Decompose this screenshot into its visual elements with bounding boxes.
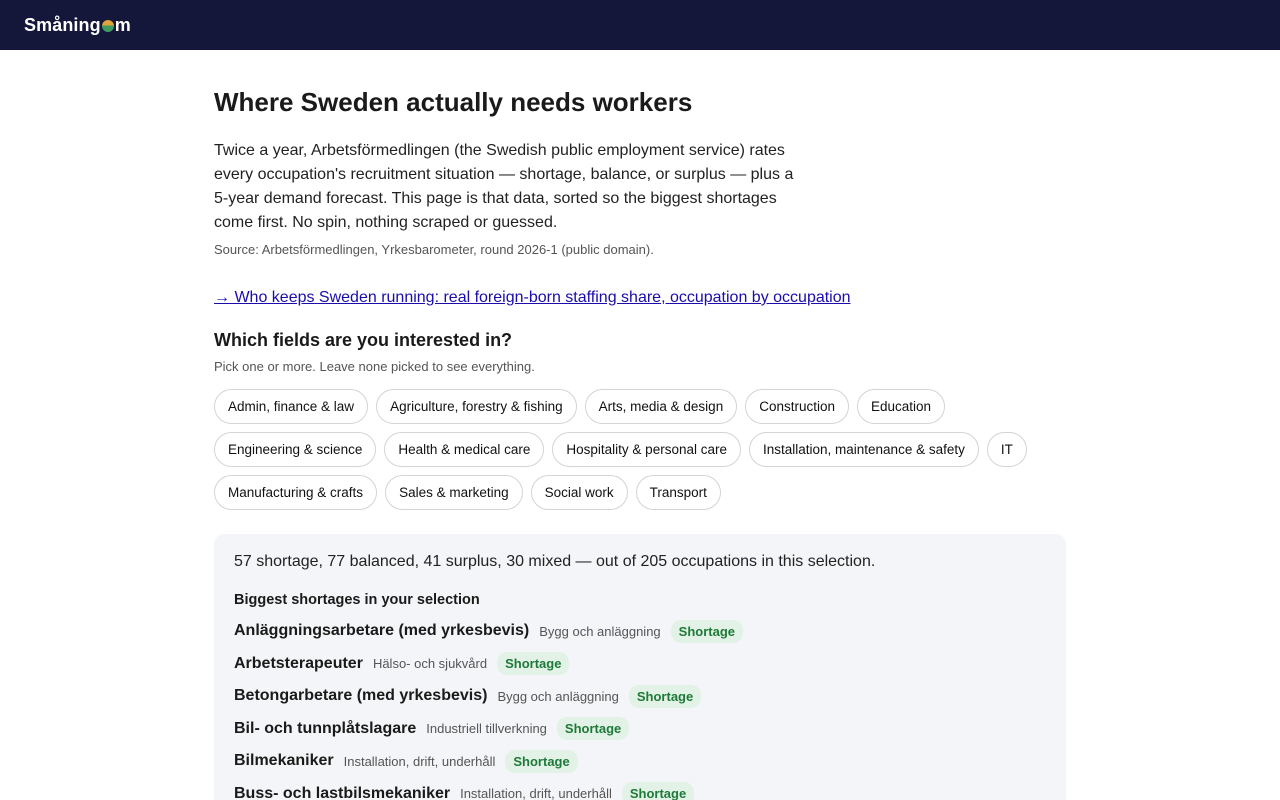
top-bar: Småning m (0, 0, 1280, 50)
list-item: Bil- och tunnplåtslagare Industriell til… (234, 713, 1046, 746)
occupation-name: Betongarbetare (med yrkesbevis) (234, 687, 488, 705)
fields-hint: Pick one or more. Leave none picked to s… (214, 359, 535, 374)
status-badge: Shortage (556, 717, 630, 741)
field-chip[interactable]: Installation, maintenance & safety (748, 432, 979, 467)
field-chip[interactable]: Agriculture, forestry & fishing (376, 389, 577, 424)
field-chip[interactable]: Admin, finance & law (214, 389, 369, 424)
shortage-list: Anläggningsarbetare (med yrkesbevis) Byg… (234, 615, 1046, 800)
shortages-heading: Biggest shortages in your selection (234, 592, 480, 608)
occupation-field: Bygg och anläggning (539, 623, 661, 639)
logo-text-end: m (114, 14, 131, 35)
occupation-name: Buss- och lastbilsmekaniker (234, 784, 451, 800)
site-logo[interactable]: Småning m (24, 15, 131, 36)
field-chip[interactable]: IT (986, 432, 1027, 467)
field-chip[interactable]: Engineering & science (214, 432, 377, 467)
status-badge: Shortage (497, 652, 570, 676)
source-note: Source: Arbetsförmedlingen, Yrkesbaromet… (214, 242, 654, 257)
occupation-name: Bilmekaniker (234, 752, 334, 770)
list-item: Betongarbetare (med yrkesbevis) Bygg och… (234, 680, 1046, 713)
main-content: Where Sweden actually needs workers Twic… (214, 87, 1066, 800)
fields-heading: Which fields are you interested in? (214, 330, 513, 350)
field-chip[interactable]: Arts, media & design (584, 389, 738, 424)
field-chip[interactable]: Hospitality & personal care (552, 432, 741, 467)
logo-sun-icon (101, 20, 114, 32)
list-item: Arbetsterapeuter Hälso- och sjukvård Sho… (234, 648, 1046, 681)
field-chip[interactable]: Sales & marketing (385, 475, 523, 510)
field-chip[interactable]: Social work (530, 475, 628, 510)
occupation-field: Hälso- och sjukvård (372, 656, 488, 672)
occupation-name: Arbetsterapeuter (234, 654, 363, 672)
occupation-field: Industriell tillverkning (426, 721, 547, 737)
field-chip[interactable]: Construction (745, 389, 849, 424)
field-chip[interactable]: Transport (635, 475, 721, 510)
occupation-field: Installation, drift, underhåll (460, 786, 612, 800)
field-chip[interactable]: Education (857, 389, 946, 424)
list-item: Anläggningsarbetare (med yrkesbevis) Byg… (234, 615, 1046, 648)
list-item: Buss- och lastbilsmekaniker Installation… (234, 778, 1046, 800)
results-panel: 57 shortage, 77 balanced, 41 surplus, 30… (214, 534, 1066, 800)
results-summary: 57 shortage, 77 balanced, 41 surplus, 30… (234, 553, 876, 570)
logo-text-start: Småning (24, 14, 101, 35)
occupation-field: Installation, drift, underhåll (343, 753, 496, 769)
list-item: Bilmekaniker Installation, drift, underh… (234, 745, 1046, 778)
field-chip[interactable]: Manufacturing & crafts (214, 475, 378, 510)
status-badge: Shortage (670, 619, 743, 643)
occupation-name: Anläggningsarbetare (med yrkesbevis) (234, 622, 530, 640)
field-chip[interactable]: Health & medical care (384, 432, 545, 467)
occupation-field: Bygg och anläggning (497, 688, 619, 704)
foreign-born-staffing-link[interactable]: → Who keeps Sweden running: real foreign… (214, 288, 851, 308)
field-chip-group: Admin, finance & law Agriculture, forest… (214, 389, 1066, 510)
occupation-name: Bil- och tunnplåtslagare (234, 719, 417, 737)
status-badge: Shortage (505, 749, 578, 773)
status-badge: Shortage (621, 782, 695, 800)
intro-paragraph: Twice a year, Arbetsförmedlingen (the Sw… (214, 142, 794, 231)
status-badge: Shortage (628, 684, 702, 708)
page-title: Where Sweden actually needs workers (214, 87, 693, 117)
